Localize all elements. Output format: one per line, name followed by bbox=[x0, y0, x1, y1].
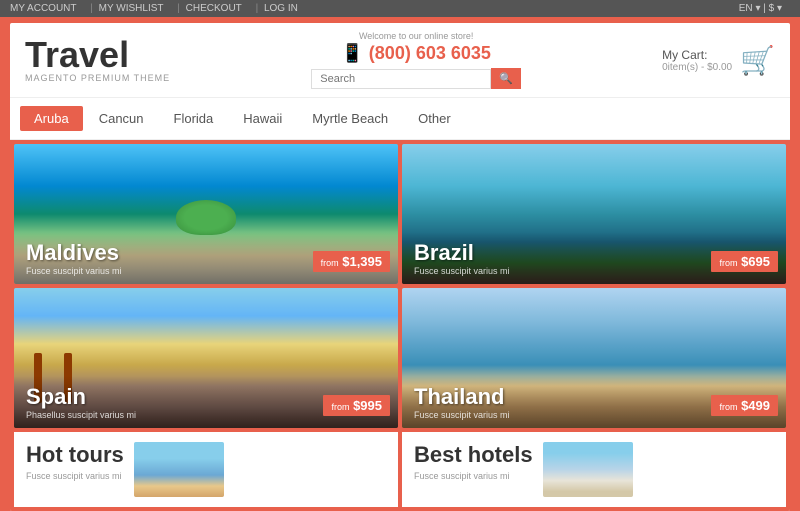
tab-myrtle-beach[interactable]: Myrtle Beach bbox=[298, 106, 402, 131]
phone-number: 📱 (800) 603 6035 bbox=[311, 43, 521, 64]
main-container: Travel MAGENTO PREMIUM THEME Welcome to … bbox=[10, 23, 790, 511]
my-account-link[interactable]: MY ACCOUNT bbox=[10, 3, 77, 14]
best-hotels-title: Best hotels bbox=[414, 442, 533, 468]
cart-icon[interactable]: 🛒 bbox=[740, 44, 775, 77]
header: Travel MAGENTO PREMIUM THEME Welcome to … bbox=[10, 23, 790, 98]
login-link[interactable]: LOG IN bbox=[264, 3, 298, 14]
top-bar: MY ACCOUNT | MY WISHLIST | CHECKOUT | LO… bbox=[0, 0, 800, 17]
search-button[interactable]: 🔍 bbox=[491, 68, 521, 89]
tab-florida[interactable]: Florida bbox=[160, 106, 228, 131]
language-selector[interactable]: EN bbox=[739, 3, 753, 14]
thailand-price: from $499 bbox=[711, 395, 778, 416]
logo-area: Travel MAGENTO PREMIUM THEME bbox=[25, 37, 170, 83]
phone-icon: 📱 bbox=[341, 43, 363, 63]
cart-area: My Cart: 0item(s) - $0.00 🛒 bbox=[662, 44, 775, 77]
my-wishlist-link[interactable]: MY WISHLIST bbox=[99, 3, 164, 14]
maldives-price: from $1,395 bbox=[313, 251, 390, 272]
destination-spain[interactable]: Spain Phasellus suscipit varius mi from … bbox=[14, 288, 398, 428]
hot-tours-title: Hot tours bbox=[26, 442, 124, 468]
destination-thailand[interactable]: Thailand Fusce suscipit varius mi from $… bbox=[402, 288, 786, 428]
tab-cancun[interactable]: Cancun bbox=[85, 106, 158, 131]
best-hotels-card[interactable]: Best hotels Fusce suscipit varius mi bbox=[402, 432, 786, 507]
header-center: Welcome to our online store! 📱 (800) 603… bbox=[311, 31, 521, 89]
best-hotels-image bbox=[543, 442, 633, 497]
best-hotels-subtitle: Fusce suscipit varius mi bbox=[414, 471, 533, 481]
cart-label: My Cart: bbox=[662, 48, 732, 62]
logo-title: Travel bbox=[25, 37, 170, 73]
search-input[interactable] bbox=[311, 69, 491, 89]
welcome-text: Welcome to our online store! bbox=[311, 31, 521, 41]
currency-selector[interactable]: $ bbox=[769, 3, 775, 14]
search-bar: 🔍 bbox=[311, 68, 521, 89]
destination-maldives[interactable]: Maldives Fusce suscipit varius mi from $… bbox=[14, 144, 398, 284]
best-hotels-text: Best hotels Fusce suscipit varius mi bbox=[414, 442, 533, 481]
brazil-price: from $695 bbox=[711, 251, 778, 272]
checkout-link[interactable]: CHECKOUT bbox=[186, 3, 242, 14]
tab-aruba[interactable]: Aruba bbox=[20, 106, 83, 131]
logo-subtitle: MAGENTO PREMIUM THEME bbox=[25, 73, 170, 83]
hot-tours-image bbox=[134, 442, 224, 497]
destination-grid: Maldives Fusce suscipit varius mi from $… bbox=[10, 140, 790, 432]
bottom-section: Hot tours Fusce suscipit varius mi Best … bbox=[10, 432, 790, 511]
hot-tours-card[interactable]: Hot tours Fusce suscipit varius mi bbox=[14, 432, 398, 507]
tab-other[interactable]: Other bbox=[404, 106, 465, 131]
tab-hawaii[interactable]: Hawaii bbox=[229, 106, 296, 131]
spain-price: from $995 bbox=[323, 395, 390, 416]
top-bar-links: MY ACCOUNT | MY WISHLIST | CHECKOUT | LO… bbox=[10, 3, 306, 14]
cart-price: 0item(s) - $0.00 bbox=[662, 62, 732, 73]
top-bar-right: EN ▾ | $ ▾ bbox=[739, 3, 782, 14]
hot-tours-text: Hot tours Fusce suscipit varius mi bbox=[26, 442, 124, 481]
hot-tours-subtitle: Fusce suscipit varius mi bbox=[26, 471, 124, 481]
destination-brazil[interactable]: Brazil Fusce suscipit varius mi from $69… bbox=[402, 144, 786, 284]
nav-tabs: Aruba Cancun Florida Hawaii Myrtle Beach… bbox=[10, 98, 790, 140]
